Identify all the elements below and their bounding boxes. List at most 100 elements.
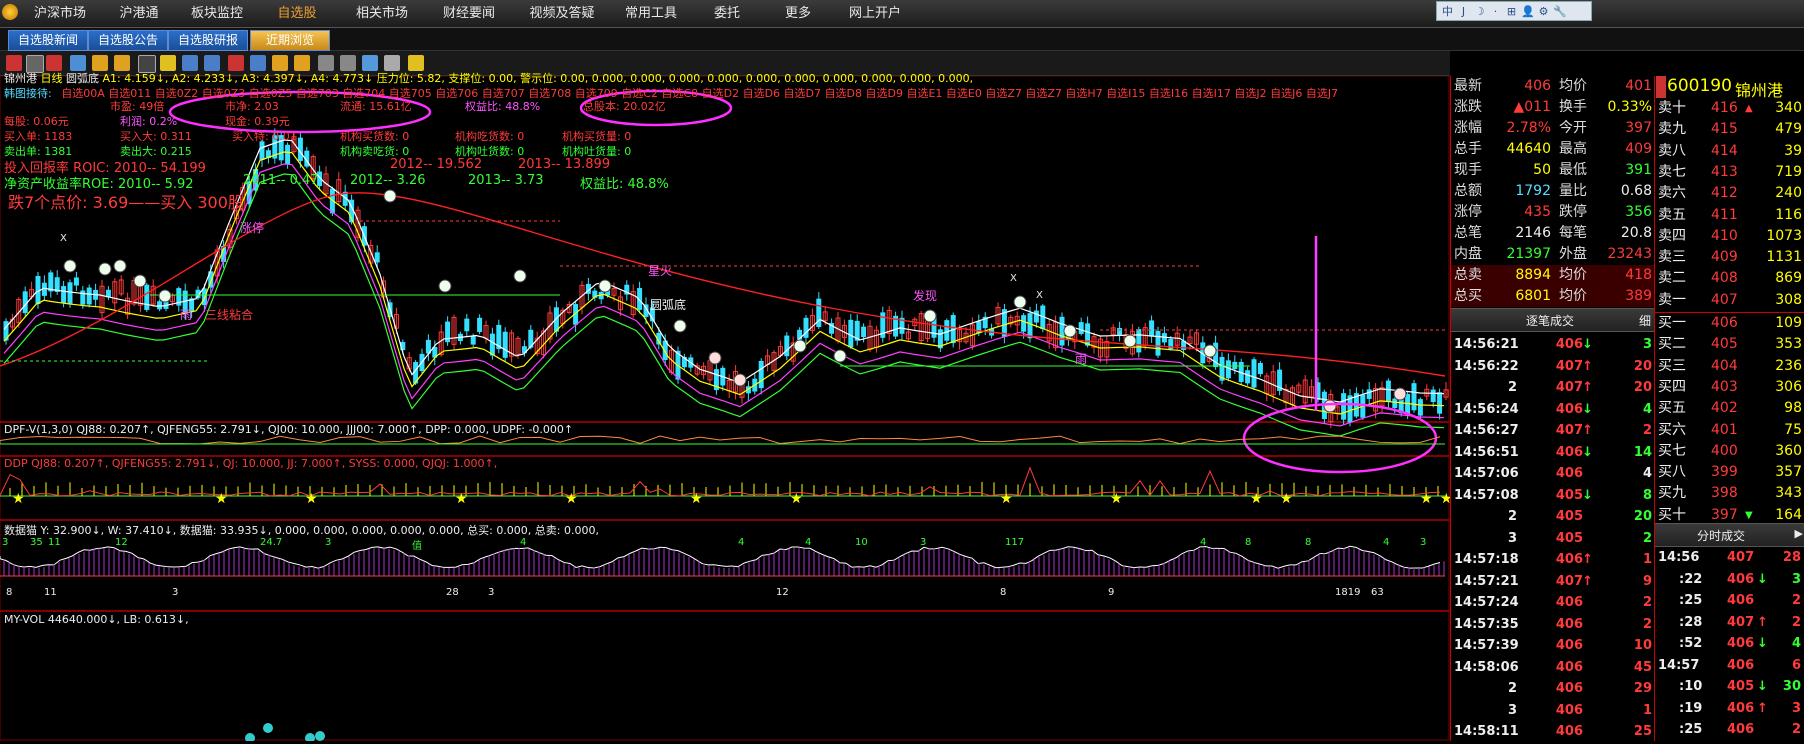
nav-tab-0[interactable]: 沪深市场 <box>20 0 100 27</box>
subnav-tab-1[interactable]: 自选股公告 <box>88 30 168 51</box>
grid-icon[interactable] <box>204 55 220 71</box>
level-label: 卖四 <box>1658 227 1686 244</box>
signal-face-icon <box>598 279 612 293</box>
nav-tab-2[interactable]: 板块监控 <box>176 0 258 27</box>
window-tool-5[interactable]: 👤 <box>1521 5 1535 18</box>
minute-volume: 2 <box>1791 614 1801 630</box>
quote-label: 总笔 <box>1454 225 1482 241</box>
sub3-number-label: 12 <box>776 587 789 598</box>
sell-level-row[interactable]: 卖一 407 308 <box>1655 290 1804 312</box>
help-icon[interactable] <box>408 55 424 71</box>
sell-level-row[interactable]: 卖三 409 1131 <box>1655 247 1804 269</box>
subnav-tab-3[interactable]: 近期浏览 <box>250 30 330 51</box>
line-tool-icon[interactable] <box>92 55 108 71</box>
window-tool-0[interactable]: 中 <box>1441 3 1454 19</box>
nav-tab-8[interactable]: 委托 <box>697 0 757 27</box>
image-icon[interactable] <box>362 55 378 71</box>
signal-face-icon <box>513 269 527 283</box>
level-volume: 343 <box>1775 485 1802 502</box>
nav-tab-1[interactable]: 沪港通 <box>105 0 173 27</box>
quote-panel: 最新 406 均价 401 涨跌 ▲011 换手 0.33% 涨幅 2.78% 今开 397 总手 446… <box>1450 76 1655 741</box>
chart-period[interactable]: 日线 <box>41 72 63 85</box>
level-volume: 98 <box>1784 400 1802 417</box>
nav-tab-10[interactable]: 网上开户 <box>838 0 912 27</box>
level-label: 买二 <box>1658 336 1686 353</box>
sell-level-row[interactable]: 卖九 415 479 <box>1655 119 1804 141</box>
move-icon[interactable] <box>70 55 86 71</box>
minute-trade-row: :10 405 ↓ 30 <box>1655 676 1804 698</box>
pattern-label-xinghuo: 星火 <box>648 264 673 278</box>
window-tool-7[interactable]: 🔧 <box>1553 5 1567 18</box>
quote-label: 均价 <box>1559 288 1587 304</box>
quote-value: 356 <box>1625 204 1652 220</box>
candle-body <box>285 144 291 165</box>
minute-trades-title[interactable]: 分时成交 <box>1697 527 1745 544</box>
vol-marker <box>315 731 325 741</box>
angle-icon[interactable] <box>294 55 310 71</box>
nav-tab-4[interactable]: 相关市场 <box>342 0 422 27</box>
window-tool-1[interactable]: J <box>1457 5 1470 18</box>
nav-tab-9[interactable]: 更多 <box>767 0 829 27</box>
sell-level-row[interactable]: 卖五 411 116 <box>1655 205 1804 227</box>
tick-title[interactable]: 逐笔成交 <box>1526 312 1574 329</box>
candle-body <box>1347 395 1353 423</box>
buy-level-row[interactable]: 买四 403 306 <box>1655 377 1804 399</box>
chart-info-values: A1: 4.159↓, A2: 4.233↓, A3: 4.397↓, A4: … <box>102 72 974 85</box>
star-signal-icon: ★ <box>1420 491 1433 507</box>
buy-level-row[interactable]: 买一 406 109 <box>1655 313 1804 335</box>
table-icon[interactable] <box>318 55 334 71</box>
minute-time: :25 <box>1679 722 1703 737</box>
buy-level-row[interactable]: 买七 400 360 <box>1655 441 1804 463</box>
kline-icon[interactable] <box>228 55 244 71</box>
candle-body <box>464 318 470 332</box>
buy-level-row[interactable]: 买九 398 343 <box>1655 483 1804 505</box>
nav-tab-6[interactable]: 视频及答疑 <box>516 0 608 27</box>
subnav-tab-2[interactable]: 自选股研报 <box>168 30 248 51</box>
kline-chart-svg[interactable]: ★ ★ ★ ★ ★ ★ ★ ★ ★ ★ ★ ★ ★ <box>0 76 1450 741</box>
quote-row: 总额 1792 量比 0.68 <box>1451 181 1655 202</box>
sell-level-row[interactable]: 卖六 412 240 <box>1655 183 1804 205</box>
tick-detail-button[interactable]: 细 <box>1639 312 1651 329</box>
chevron-right-icon[interactable]: ▶ <box>1795 527 1803 540</box>
quote-label: 均价 <box>1559 78 1587 94</box>
sell-level-row[interactable]: 卖七 413 719 <box>1655 162 1804 184</box>
label-roe-2012: 2012-- 3.26 <box>350 173 426 188</box>
info-icon[interactable] <box>160 55 176 71</box>
sub3-number-label: 值 <box>412 541 422 552</box>
buy-level-row[interactable]: 买六 401 75 <box>1655 420 1804 442</box>
mark-icon[interactable] <box>46 55 62 71</box>
sub-nav: 自选股新闻 自选股公告 自选股研报 近期浏览 <box>0 28 1804 51</box>
minute-price: 406 <box>1727 636 1755 651</box>
app-logo-icon[interactable] <box>2 4 18 20</box>
save-icon[interactable] <box>384 55 400 71</box>
close-chart-icon[interactable] <box>6 55 22 71</box>
zoom-icon[interactable] <box>250 55 266 71</box>
trend-icon[interactable] <box>272 55 288 71</box>
buy-level-row[interactable]: 买五 402 98 <box>1655 398 1804 420</box>
nav-tab-7[interactable]: 常用工具 <box>611 0 691 27</box>
window-tool-6[interactable]: ⚙ <box>1537 5 1550 18</box>
buy-level-row[interactable]: 买二 405 353 <box>1655 334 1804 356</box>
nav-tab-3[interactable]: 自选股 <box>262 0 332 27</box>
minute-price: 406 <box>1727 700 1755 716</box>
quote-value: 389 <box>1625 288 1652 304</box>
sell-level-row[interactable]: 卖八 414 39 <box>1655 141 1804 163</box>
quote-value: ▲011 <box>1513 99 1552 115</box>
sub3-number-label: 35 <box>30 537 43 548</box>
export-icon[interactable] <box>340 55 356 71</box>
window-tool-2[interactable]: ☽ <box>1473 5 1486 18</box>
sell-level-row[interactable]: 卖十 416 ▲ 340 <box>1655 98 1804 120</box>
minute-direction: ↓ <box>1757 571 1768 587</box>
kline-chart-area[interactable]: ★ ★ ★ ★ ★ ★ ★ ★ ★ ★ ★ ★ ★ 锦州港 日线 圆弧底 A1: 4.159↓, A2:… <box>0 72 1450 741</box>
window-tool-4[interactable]: ⊞ <box>1505 5 1518 18</box>
sell-level-row[interactable]: 卖四 410 1073 <box>1655 226 1804 248</box>
cross-icon[interactable] <box>182 55 198 71</box>
nav-tab-5[interactable]: 财经要闻 <box>425 0 513 27</box>
subnav-tab-0[interactable]: 自选股新闻 <box>8 30 88 51</box>
buy-level-row[interactable]: 买八 399 357 <box>1655 462 1804 484</box>
candle-body <box>1078 322 1084 335</box>
sell-level-row[interactable]: 卖二 408 869 <box>1655 268 1804 290</box>
draw-tool-icon[interactable] <box>114 55 130 71</box>
buy-level-row[interactable]: 买三 404 236 <box>1655 356 1804 378</box>
window-tool-3[interactable]: · <box>1489 5 1502 18</box>
